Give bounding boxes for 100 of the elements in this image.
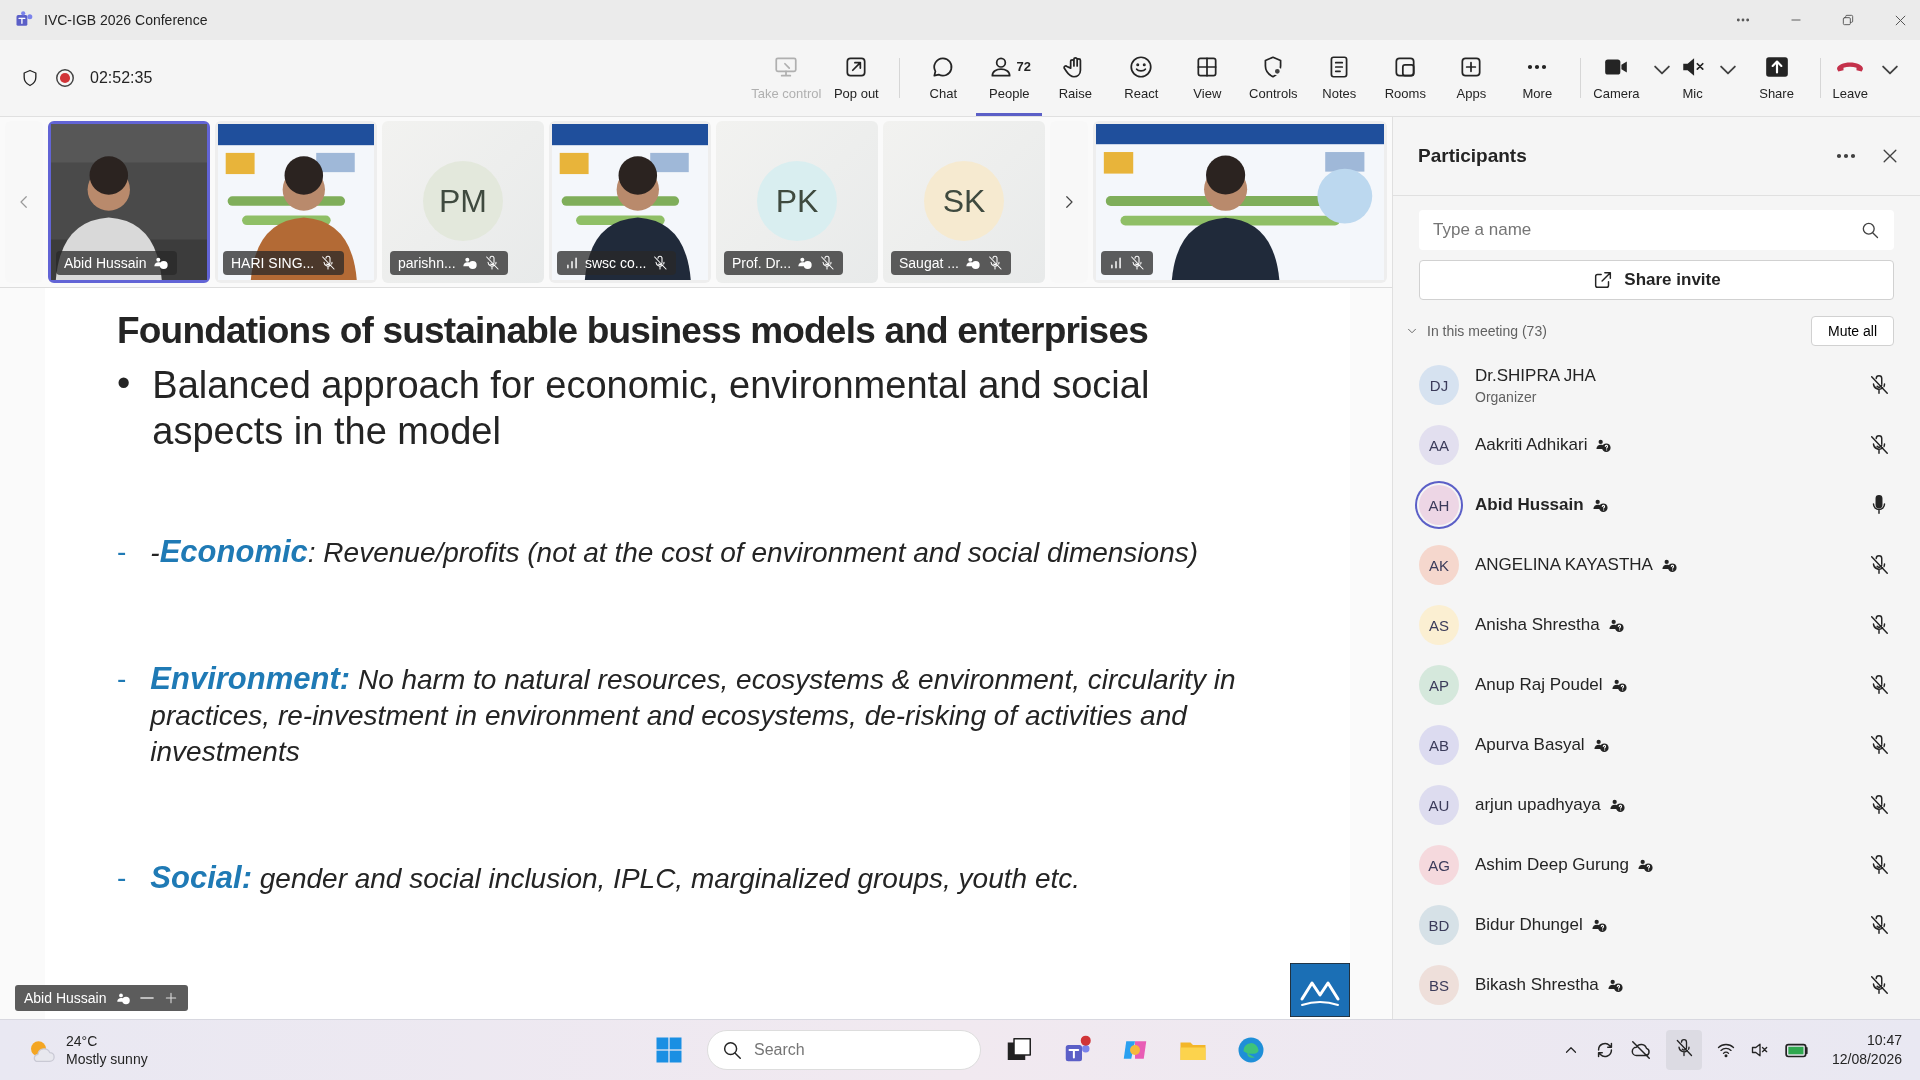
notes-button[interactable]: Notes [1306, 40, 1373, 116]
temperature: 24°C [66, 1032, 99, 1050]
dash-marker: - [117, 662, 127, 696]
avatar: BD [1419, 905, 1459, 945]
participant-row[interactable]: AK ANGELINA KAYASTHA [1393, 535, 1920, 595]
share-invite-button[interactable]: Share invite [1419, 260, 1894, 300]
participant-name: arjun upadhyaya [1475, 795, 1601, 815]
participant-row[interactable]: DJ Dr.SHIPRA JHA Organizer [1393, 355, 1920, 415]
speaker-name: Abid Hussain [24, 990, 107, 1006]
participant-name: Bikash Shrestha [1475, 975, 1599, 995]
participant-name: Anisha Shrestha [1475, 615, 1600, 635]
smiley-icon [1128, 53, 1155, 80]
more-options-button[interactable] [1836, 153, 1856, 159]
participant-name: HARI SING... [231, 255, 315, 271]
leave-button[interactable]: Leave [1830, 40, 1906, 116]
avatar: DJ [1419, 365, 1459, 405]
slide-title: Foundations of sustainable business models and enterprises [117, 310, 1149, 352]
share-button[interactable]: Share [1743, 40, 1810, 116]
minus-icon [139, 996, 154, 1000]
section-toggle[interactable]: In this meeting (73) [1405, 323, 1811, 339]
participant-row[interactable]: AU arjun upadhyaya [1393, 775, 1920, 835]
window-title: IVC-IGB 2026 Conference [44, 12, 209, 28]
participant-name: Apurva Basyal [1475, 735, 1585, 755]
dash-marker: - [117, 861, 127, 895]
participant-row[interactable]: AP Anup Raj Poudel [1393, 655, 1920, 715]
participant-name: Anup Raj Poudel [1475, 675, 1603, 695]
controls-button[interactable]: Controls [1240, 40, 1307, 116]
avatar: AB [1419, 725, 1459, 765]
search-icon [1860, 220, 1880, 240]
caret-icon [1882, 64, 1898, 75]
weather-widget[interactable]: 24°C Mostly sunny [0, 1032, 649, 1068]
cloud-off-icon[interactable] [1629, 1039, 1652, 1061]
caret-icon [1719, 64, 1736, 75]
more-button[interactable]: More [1504, 40, 1571, 116]
participant-row[interactable]: AG Ashim Deep Gurung [1393, 835, 1920, 895]
avatar: SK [924, 161, 1004, 241]
participant-name: Ashim Deep Gurung [1475, 855, 1630, 875]
point-text: Environment: No harm to natural resources, ecosystems & environment, circularity in practices, re-investment in environment and ecosystems, de-risking of activities and investments [150, 661, 1237, 769]
participant-row[interactable]: AH Abid Hussain [1393, 475, 1920, 535]
pop-out-button[interactable]: Pop out [823, 40, 890, 116]
edge-icon[interactable] [1236, 1035, 1266, 1065]
participant-name: Saugat ... [899, 255, 959, 271]
clock-date: 12/08/2026 [1831, 1050, 1902, 1069]
avatar: AA [1419, 425, 1459, 465]
participant-name: Prof. Dr... [732, 255, 792, 271]
dash-marker: - [117, 535, 127, 569]
participant-tile[interactable]: SK Saugat ... [883, 121, 1045, 283]
participant-tile[interactable]: PK Prof. Dr... [716, 121, 878, 283]
avatar: AU [1419, 785, 1459, 825]
avatar: AP [1419, 665, 1459, 705]
avatar: BS [1419, 965, 1459, 1005]
avatar: AK [1419, 545, 1459, 585]
participant-tile[interactable]: PM parishn... [382, 121, 544, 283]
participant-row[interactable]: AB Apurva Basyal [1393, 715, 1920, 775]
restore-icon[interactable] [1841, 13, 1855, 27]
windows-icon[interactable] [654, 1035, 684, 1065]
participant-name: Bidur Dhungel [1475, 915, 1583, 935]
participant-name: Aakriti Adhikari [1475, 435, 1588, 455]
zoom-out-button[interactable] [139, 996, 154, 1000]
bullet-text: Balanced approach for economic, environmental and social aspects in the model [152, 363, 1151, 454]
apps-button[interactable]: Apps [1438, 40, 1505, 116]
video-tile[interactable]: Abid Hussain [48, 121, 210, 283]
clock-time: 10:47 [1866, 1031, 1902, 1050]
more-icon [1526, 63, 1549, 70]
mic-button[interactable]: Mic [1677, 40, 1744, 116]
video-tile[interactable]: swsc co... [549, 121, 711, 283]
participant-row[interactable]: BD Bidur Dhungel [1393, 895, 1920, 955]
bullet-marker: • [117, 362, 131, 406]
participant-row[interactable]: BS Bikash Shrestha [1393, 955, 1920, 1015]
participant-row[interactable]: AA Aakriti Adhikari [1393, 415, 1920, 475]
caret-icon [1653, 64, 1670, 75]
point-text: -Economic: Revenue/profits (not at the cost of environment and social dimensions) [150, 534, 1200, 571]
participant-name: swsc co... [585, 255, 647, 271]
view-button[interactable]: View [1174, 40, 1241, 116]
point-text: Social: gender and social inclusion, IPLC, marginalized groups, youth etc. [150, 860, 1081, 897]
participant-name: Dr.SHIPRA JHA [1475, 365, 1596, 386]
people-count: 72 [1016, 59, 1032, 74]
camera-button[interactable]: Camera [1591, 40, 1678, 116]
mute-all-button[interactable]: Mute all [1810, 316, 1894, 346]
avatar: PM [423, 161, 503, 241]
raise-button[interactable]: Raise [1042, 40, 1109, 116]
panel-title: Participants [1418, 145, 1528, 167]
search-icon [721, 1039, 743, 1061]
avatar: PK [757, 161, 837, 241]
meeting-timer: 02:52:35 [90, 69, 153, 87]
participant-role: Organizer [1475, 388, 1538, 405]
participant-row[interactable]: AS Anisha Shrestha [1393, 595, 1920, 655]
phone-icon [1837, 60, 1864, 73]
video-tile[interactable]: HARI SING... [215, 121, 377, 283]
chat-button[interactable]: Chat [910, 40, 977, 116]
participant-name: ANGELINA KAYASTHA [1475, 555, 1653, 575]
avatar: AH [1419, 485, 1459, 525]
avatar: AS [1419, 605, 1459, 645]
rooms-button[interactable]: Rooms [1372, 40, 1439, 116]
name-search-field[interactable]: Type a name [1419, 210, 1894, 250]
participant-name: parishn... [398, 255, 456, 271]
weather-condition: Mostly sunny [66, 1050, 148, 1068]
react-button[interactable]: React [1108, 40, 1175, 116]
taskbar-search-field[interactable]: Search [707, 1030, 981, 1070]
more-icon [1836, 153, 1856, 159]
